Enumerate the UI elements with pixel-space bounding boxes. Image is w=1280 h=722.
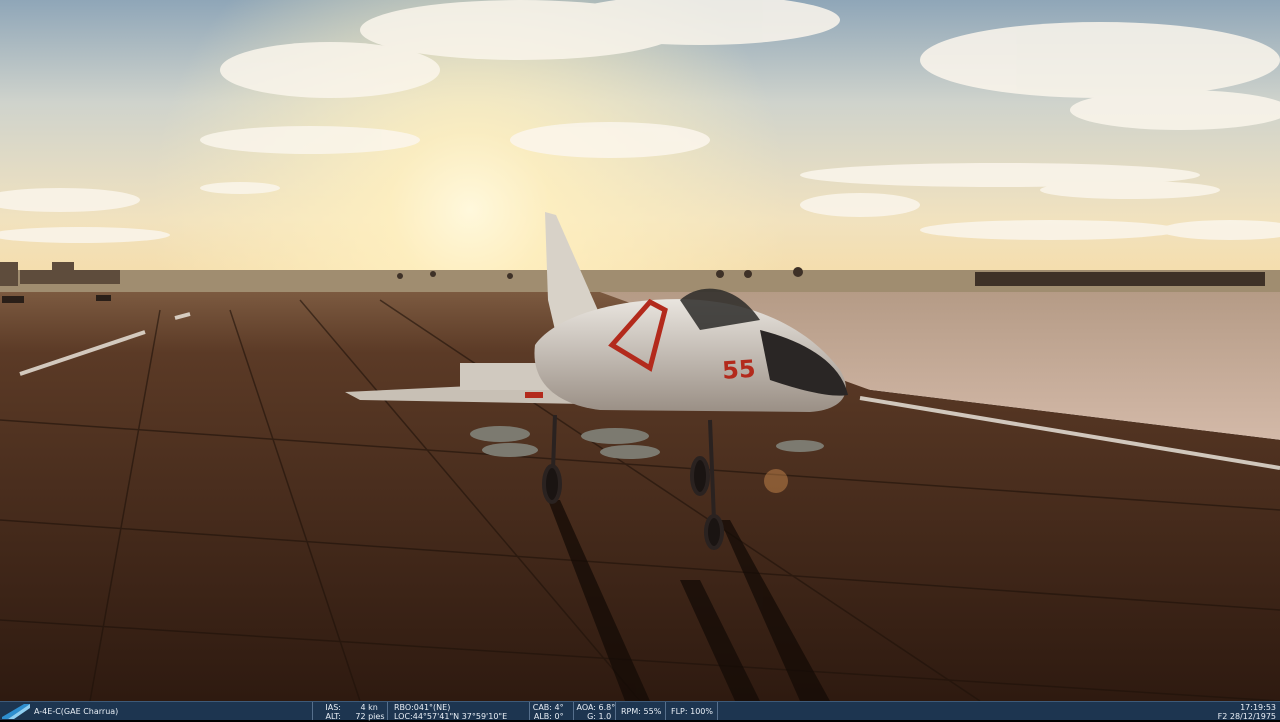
rpm-cell: RPM: 55% bbox=[616, 702, 666, 720]
aoa-g-cell: AOA: 6.8° G: 1.0 bbox=[574, 702, 616, 721]
ias-label: IAS: bbox=[325, 703, 341, 712]
lens-flare bbox=[764, 469, 788, 493]
scene-render: 55 bbox=[0, 0, 1280, 701]
ias-unit: kn bbox=[368, 703, 378, 712]
ias-value: 4 bbox=[360, 703, 366, 712]
aoa-value: 6.8° bbox=[598, 703, 616, 712]
heading-readout: RBO:041°(NE) bbox=[394, 703, 451, 712]
game-viewport[interactable]: 55 bbox=[0, 0, 1280, 701]
tail-number: 55 bbox=[721, 355, 756, 385]
cab-value: 4° bbox=[554, 703, 564, 712]
aoa-label: AOA: bbox=[576, 703, 596, 712]
dcs-logo-icon bbox=[0, 702, 30, 720]
clock-time: 17:19:53 bbox=[1240, 703, 1276, 712]
speed-alt-cell: IAS: 4 kn ALT: 72 pies bbox=[312, 702, 388, 721]
status-bar: A-4E-C(GAE Charrua) IAS: 4 kn ALT: 72 pi… bbox=[0, 701, 1280, 721]
clock: 17:19:53 F2 28/12/1975 bbox=[1218, 702, 1276, 721]
flaps-readout: FLP: 100% bbox=[671, 706, 713, 716]
heading-loc-cell: RBO:041°(NE) LOC:44°57'41"N 37°59'10"E bbox=[388, 702, 530, 721]
cab-label: CAB: bbox=[532, 703, 552, 712]
rpm-readout: RPM: 55% bbox=[621, 706, 662, 716]
unit-name: A-4E-C(GAE Charrua) bbox=[34, 706, 119, 716]
pitch-bank-cell: CAB: 4° ALB: 0° bbox=[530, 702, 574, 721]
flaps-cell: FLP: 100% bbox=[666, 702, 718, 720]
